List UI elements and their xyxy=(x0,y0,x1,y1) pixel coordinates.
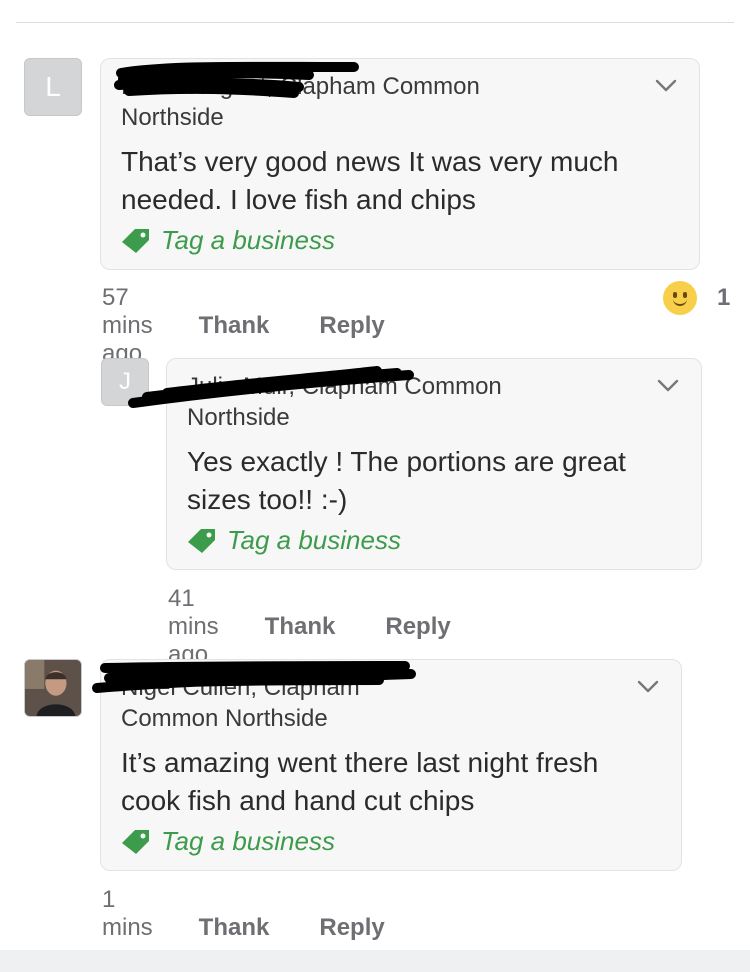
comment-author[interactable]: Nigel Cullen, Clapham Common Northside xyxy=(121,672,421,734)
tag-icon xyxy=(188,528,215,553)
avatar[interactable]: L xyxy=(24,58,82,116)
comment-actions: 41 mins ago Thank Reply xyxy=(168,585,451,669)
smile-emoji-icon xyxy=(663,281,697,315)
tag-business-link[interactable]: Tag a business xyxy=(121,826,335,857)
comment-text: Yes exactly ! The portions are great siz… xyxy=(187,446,626,515)
tag-business-link[interactable]: Tag a business xyxy=(187,525,401,556)
tag-business-label: Tag a business xyxy=(161,826,335,856)
comment-bubble: Nigel Cullen, Clapham Common Northside I… xyxy=(92,659,682,871)
top-divider xyxy=(16,22,734,23)
thank-button[interactable]: Thank xyxy=(265,613,336,641)
comment-bubble: Laura Nugent, Clapham Common Northside T… xyxy=(100,58,700,270)
tag-business-label: Tag a business xyxy=(227,525,401,555)
comment-author[interactable]: Julie Muir, Clapham Common Northside xyxy=(187,371,567,433)
tag-business-label: Tag a business xyxy=(161,225,335,255)
avatar[interactable]: J xyxy=(101,358,149,406)
timestamp: 41 mins ago xyxy=(168,585,219,668)
comment-actions: 57 mins ago Thank Reply xyxy=(102,284,385,368)
tag-icon xyxy=(122,829,149,854)
tag-business-link[interactable]: Tag a business xyxy=(121,225,335,256)
avatar[interactable] xyxy=(24,659,82,717)
bottom-bar xyxy=(0,950,750,972)
reaction-count: 1 xyxy=(717,284,731,311)
avatar-letter: L xyxy=(45,71,61,102)
tag-icon xyxy=(122,228,149,253)
comment-bubble: Julie Muir, Clapham Common Northside Yes… xyxy=(128,358,702,570)
reply-button[interactable]: Reply xyxy=(319,312,384,340)
chevron-down-icon[interactable] xyxy=(637,680,659,694)
thank-button[interactable]: Thank xyxy=(199,914,270,942)
reply-button[interactable]: Reply xyxy=(385,613,450,641)
comment-text: That’s very good news It was very much n… xyxy=(121,146,619,215)
comment-author[interactable]: Laura Nugent, Clapham Common Northside xyxy=(121,71,581,133)
chevron-down-icon[interactable] xyxy=(655,79,677,93)
chevron-down-icon[interactable] xyxy=(657,379,679,393)
comment-text: It’s amazing went there last night fresh… xyxy=(121,747,599,816)
avatar-photo xyxy=(25,660,81,716)
reaction-summary[interactable]: 1 xyxy=(663,281,730,315)
avatar-letter: J xyxy=(119,368,131,395)
thank-button[interactable]: Thank xyxy=(199,312,270,340)
timestamp: 57 mins ago xyxy=(102,284,153,367)
reply-button[interactable]: Reply xyxy=(319,914,384,942)
